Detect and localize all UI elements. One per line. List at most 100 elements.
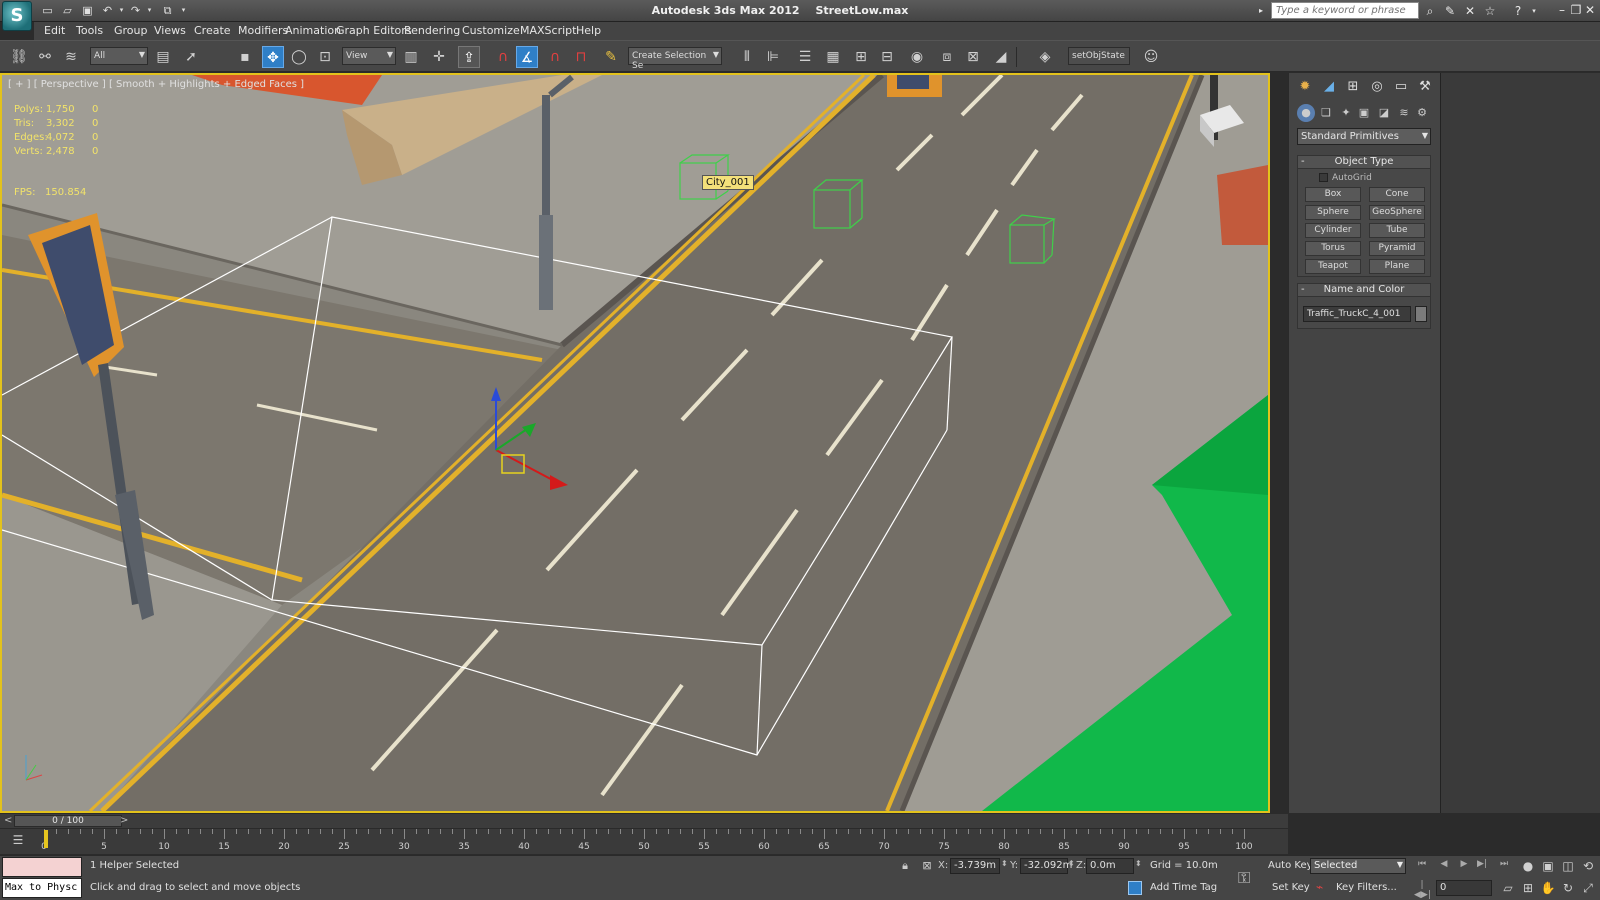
pivot-center-icon[interactable]: ▥ xyxy=(400,46,422,68)
next-frame-icon[interactable]: ▶| xyxy=(1474,859,1490,873)
viewport-label-menu[interactable]: [ + ] [ Perspective ] [ Smooth + Highlig… xyxy=(8,79,304,90)
curve-editor-icon[interactable]: ⊞ xyxy=(850,46,872,68)
pan-view-icon[interactable]: ✋ xyxy=(1540,880,1556,896)
torus-button[interactable]: Torus xyxy=(1305,241,1361,256)
select-and-link-icon[interactable]: ⛓ xyxy=(8,46,30,68)
go-to-end-icon[interactable]: ⏭ xyxy=(1496,859,1512,873)
search-input[interactable] xyxy=(1271,2,1419,19)
current-frame-field[interactable]: 0 xyxy=(1436,880,1492,896)
cameras-category-icon[interactable]: ▣ xyxy=(1355,104,1373,122)
time-configuration-icon[interactable]: ● xyxy=(1520,858,1536,874)
cylinder-button[interactable]: Cylinder xyxy=(1305,223,1361,238)
reference-coordinate-dropdown[interactable]: View ▼ xyxy=(342,47,396,65)
track-bar[interactable]: ☰ 05101520253035404550556065707580859095… xyxy=(0,828,1288,854)
object-type-rollout-header[interactable]: - Object Type xyxy=(1297,155,1431,169)
default-in-out-tangent-icon[interactable]: ⌁ xyxy=(1316,880,1323,894)
box-button[interactable]: Box xyxy=(1305,187,1361,202)
menu-graph-editors[interactable]: Graph Editors xyxy=(336,24,412,37)
spinner-snap-icon[interactable]: ⊓ xyxy=(570,46,592,68)
undo-dropdown-icon[interactable]: ▾ xyxy=(114,3,129,18)
cone-button[interactable]: Cone xyxy=(1369,187,1425,202)
x-spinner-icon[interactable]: ⬍ xyxy=(1001,859,1008,868)
save-icon[interactable]: ▣ xyxy=(80,3,95,18)
space-warps-category-icon[interactable]: ≋ xyxy=(1395,104,1413,122)
time-slider[interactable]: < 0 / 100 > xyxy=(0,814,1288,828)
percent-snap-icon[interactable]: ∩ xyxy=(544,46,566,68)
geometry-category-icon[interactable]: ● xyxy=(1297,104,1315,122)
graphite-modeling-icon[interactable]: ▦ xyxy=(822,46,844,68)
shapes-category-icon[interactable]: ❏ xyxy=(1317,104,1335,122)
z-coordinate-field[interactable]: 0.0m xyxy=(1086,858,1134,874)
hierarchy-tab-icon[interactable]: ⊞ xyxy=(1343,77,1363,97)
select-and-move-icon[interactable]: ✥ xyxy=(262,46,284,68)
communication-icon[interactable]: ✕ xyxy=(1462,3,1478,19)
add-time-tag-button[interactable]: Add Time Tag xyxy=(1150,882,1217,893)
render-production-icon[interactable]: ◢ xyxy=(990,46,1012,68)
project-folder-icon[interactable]: ⧉ xyxy=(160,3,175,18)
close-icon[interactable]: ✕ xyxy=(1582,2,1598,18)
tube-button[interactable]: Tube xyxy=(1369,223,1425,238)
menu-tools[interactable]: Tools xyxy=(76,24,103,37)
go-to-start-icon[interactable]: ⏮ xyxy=(1414,859,1430,873)
time-slider-prev-icon[interactable]: < xyxy=(4,815,12,826)
previous-frame-icon[interactable]: ◀ xyxy=(1436,859,1452,873)
selection-filter-dropdown[interactable]: All ▼ xyxy=(90,47,148,65)
menu-create[interactable]: Create xyxy=(194,24,231,37)
select-object-icon[interactable]: ▤ xyxy=(152,46,174,68)
redo-dropdown-icon[interactable]: ▾ xyxy=(142,3,157,18)
undo-icon[interactable]: ↶ xyxy=(100,3,115,18)
angle-snap-icon[interactable]: ∡ xyxy=(516,46,538,68)
binoculars-icon[interactable]: ⌕ xyxy=(1422,3,1438,19)
subscription-icon[interactable]: ✎ xyxy=(1442,3,1458,19)
field-of-view-icon[interactable]: ▱ xyxy=(1500,880,1516,896)
unlink-selection-icon[interactable]: ⚯ xyxy=(34,46,56,68)
pyramid-button[interactable]: Pyramid xyxy=(1369,241,1425,256)
select-and-rotate-icon[interactable]: ◯ xyxy=(288,46,310,68)
user-avatar-icon[interactable]: ☺ xyxy=(1140,46,1162,68)
lights-category-icon[interactable]: ✦ xyxy=(1337,104,1355,122)
zoom-region-icon[interactable]: ◫ xyxy=(1560,858,1576,874)
material-editor-icon[interactable]: ◉ xyxy=(906,46,928,68)
arc-rotate-icon[interactable]: ↻ xyxy=(1560,880,1576,896)
menu-help[interactable]: Help xyxy=(576,24,601,37)
key-mode-toggle-icon[interactable]: |◀▶| xyxy=(1414,880,1431,900)
rendered-frame-window-icon[interactable]: ⊠ xyxy=(962,46,984,68)
menu-group[interactable]: Group xyxy=(114,24,148,37)
key-filters-button[interactable]: Key Filters... xyxy=(1336,882,1397,893)
object-color-swatch[interactable] xyxy=(1415,306,1427,322)
menu-edit[interactable]: Edit xyxy=(44,24,65,37)
bind-to-space-warp-icon[interactable]: ≋ xyxy=(60,46,82,68)
new-file-icon[interactable]: ▭ xyxy=(40,3,55,18)
zoom-all-icon[interactable]: ⊞ xyxy=(1520,880,1536,896)
motion-tab-icon[interactable]: ◎ xyxy=(1367,77,1387,97)
redo-icon[interactable]: ↷ xyxy=(128,3,143,18)
render-setup-icon[interactable]: ⧈ xyxy=(936,46,958,68)
modify-tab-icon[interactable]: ◢ xyxy=(1319,77,1339,97)
menu-maxscript[interactable]: MAXScript xyxy=(520,24,576,37)
time-tag-icon[interactable] xyxy=(1128,881,1142,895)
systems-category-icon[interactable]: ⚙ xyxy=(1413,104,1431,122)
quick-access-dropdown-icon[interactable]: ▾ xyxy=(176,3,191,18)
time-slider-next-icon[interactable]: > xyxy=(120,815,128,826)
script-label-button[interactable]: setObjState xyxy=(1068,47,1130,65)
named-selection-dropdown[interactable]: Create Selection Se ▼ xyxy=(628,47,722,71)
absolute-mode-icon[interactable]: ⊠ xyxy=(920,859,934,873)
application-button[interactable]: S xyxy=(2,1,32,31)
mini-curve-editor-icon[interactable]: ☰ xyxy=(10,833,26,849)
play-icon[interactable]: ▶ xyxy=(1456,859,1472,873)
open-file-icon[interactable]: ▱ xyxy=(60,3,75,18)
maximize-viewport-icon[interactable]: ⤢ xyxy=(1580,880,1596,896)
set-key-mode-icon[interactable]: ⚿ xyxy=(1238,868,1250,888)
mirror-icon[interactable]: ⫴ xyxy=(736,46,758,68)
menu-customize[interactable]: Customize xyxy=(462,24,520,37)
create-tab-icon[interactable]: ✹ xyxy=(1295,77,1315,97)
keyboard-shortcut-override-icon[interactable]: ⇪ xyxy=(458,46,480,68)
menu-rendering[interactable]: Rendering xyxy=(404,24,460,37)
teapot-button[interactable]: Teapot xyxy=(1305,259,1361,274)
geosphere-button[interactable]: GeoSphere xyxy=(1369,205,1425,220)
rectangular-selection-icon[interactable]: ▪ xyxy=(234,46,256,68)
key-mode-dropdown[interactable]: Selected ▼ xyxy=(1310,858,1406,874)
menu-views[interactable]: Views xyxy=(154,24,186,37)
edit-named-selection-icon[interactable]: ✎ xyxy=(600,46,622,68)
y-spinner-icon[interactable]: ⬍ xyxy=(1068,859,1075,868)
